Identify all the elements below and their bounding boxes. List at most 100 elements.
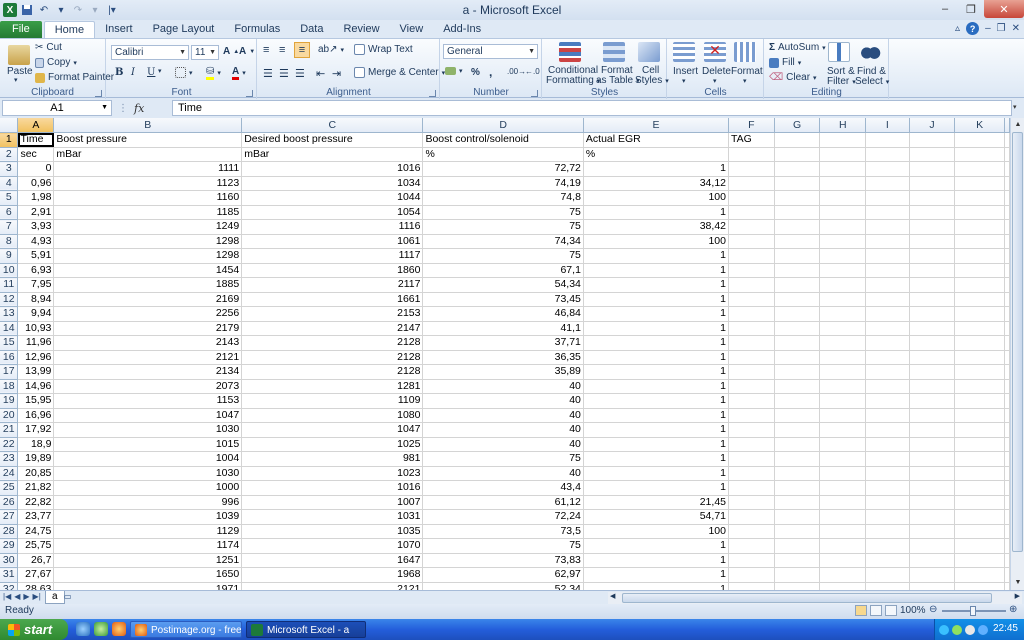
cell[interactable] xyxy=(1004,553,1010,568)
cell[interactable]: 73,45 xyxy=(422,292,584,307)
cell[interactable] xyxy=(774,190,821,206)
cell[interactable]: 7,95 xyxy=(17,277,55,293)
paste-icon[interactable] xyxy=(8,45,30,65)
tab-file[interactable]: File xyxy=(0,21,42,38)
cell[interactable] xyxy=(954,408,1005,423)
cell[interactable] xyxy=(954,335,1005,351)
cell[interactable] xyxy=(865,321,910,336)
cell[interactable]: 1185 xyxy=(53,205,243,220)
tab-formulas[interactable]: Formulas xyxy=(224,21,290,38)
cell[interactable] xyxy=(774,292,821,307)
cell[interactable]: 25,75 xyxy=(17,538,55,554)
cell[interactable]: 34,12 xyxy=(583,176,730,191)
row-header[interactable]: 26 xyxy=(0,495,19,510)
cell[interactable] xyxy=(909,205,956,220)
cell[interactable]: 2128 xyxy=(241,335,424,351)
cell[interactable] xyxy=(819,553,867,568)
cell[interactable] xyxy=(728,321,775,336)
cell[interactable] xyxy=(819,408,867,423)
delete-cells-button[interactable]: Delete xyxy=(702,66,731,77)
cell[interactable] xyxy=(909,335,956,351)
cell[interactable] xyxy=(954,219,1005,235)
column-header[interactable]: K xyxy=(954,118,1005,133)
cell[interactable]: 8,94 xyxy=(17,292,55,307)
cell[interactable] xyxy=(774,393,821,409)
cell[interactable]: 1007 xyxy=(241,495,424,510)
cell[interactable] xyxy=(819,509,867,525)
row-header[interactable]: 8 xyxy=(0,234,19,249)
cell[interactable] xyxy=(954,277,1005,293)
cell[interactable] xyxy=(954,567,1005,583)
cell[interactable]: 9,94 xyxy=(17,306,55,322)
cell[interactable]: 1 xyxy=(583,553,730,568)
grow-font-button[interactable]: A ▲ xyxy=(223,46,239,57)
undo-icon[interactable]: ↶ xyxy=(37,3,51,17)
cell[interactable]: 74,19 xyxy=(422,176,584,191)
cell[interactable] xyxy=(865,408,910,423)
cell[interactable] xyxy=(865,147,910,162)
cell[interactable]: 1 xyxy=(583,422,730,438)
cell[interactable]: 1070 xyxy=(241,538,424,554)
cut-button[interactable]: ✂ Cut xyxy=(35,42,62,53)
cell[interactable] xyxy=(909,234,956,249)
cell[interactable] xyxy=(954,350,1005,365)
cell[interactable]: 1030 xyxy=(53,466,243,481)
cell[interactable] xyxy=(954,509,1005,525)
cell[interactable]: 16,96 xyxy=(17,408,55,423)
column-header[interactable]: A xyxy=(17,118,55,133)
cell[interactable] xyxy=(819,248,867,264)
row-header[interactable]: 17 xyxy=(0,364,19,380)
cell[interactable]: 40 xyxy=(422,466,584,481)
tray-app-icon[interactable] xyxy=(952,624,962,635)
cell[interactable]: 1650 xyxy=(53,567,243,583)
cell[interactable] xyxy=(774,451,821,467)
align-left-button[interactable]: ☰ xyxy=(263,67,273,80)
cell[interactable] xyxy=(728,219,775,235)
cell[interactable] xyxy=(819,538,867,554)
row-header[interactable]: 14 xyxy=(0,321,19,336)
cell[interactable] xyxy=(728,567,775,583)
cell[interactable] xyxy=(909,176,956,191)
format-cells-button[interactable]: Format xyxy=(731,66,763,77)
cell[interactable]: 1 xyxy=(583,306,730,322)
cell[interactable] xyxy=(819,176,867,191)
redo-dropdown-icon[interactable]: ▾ xyxy=(88,3,102,17)
tray-volume-icon[interactable] xyxy=(965,624,975,635)
cell[interactable] xyxy=(728,451,775,467)
cell[interactable] xyxy=(774,132,821,148)
cell[interactable] xyxy=(774,306,821,322)
cell[interactable] xyxy=(819,437,867,452)
cell[interactable]: 1153 xyxy=(53,393,243,409)
cell[interactable]: 43,4 xyxy=(422,480,584,496)
cell[interactable]: 38,42 xyxy=(583,219,730,235)
cell[interactable] xyxy=(954,234,1005,249)
delete-cells-icon[interactable]: ✕ xyxy=(704,42,726,62)
cell[interactable]: 2073 xyxy=(53,379,243,394)
cell[interactable]: 0,96 xyxy=(17,176,55,191)
cell[interactable] xyxy=(774,277,821,293)
row-header[interactable]: 4 xyxy=(0,176,19,191)
autosum-button[interactable]: Σ AutoSum ▾ xyxy=(769,42,826,53)
cell[interactable] xyxy=(1004,582,1010,590)
cell[interactable] xyxy=(865,350,910,365)
cell[interactable] xyxy=(909,161,956,177)
cell[interactable] xyxy=(819,393,867,409)
cell[interactable] xyxy=(909,480,956,496)
cell[interactable]: 1111 xyxy=(53,161,243,177)
increase-decimal-button[interactable]: .00→ xyxy=(507,67,526,76)
cell[interactable] xyxy=(909,147,956,162)
cell[interactable] xyxy=(774,466,821,481)
start-button[interactable]: start xyxy=(0,619,68,640)
cell[interactable] xyxy=(819,582,867,590)
cell[interactable] xyxy=(819,263,867,278)
cell[interactable]: 40 xyxy=(422,408,584,423)
cell[interactable]: 5,91 xyxy=(17,248,55,264)
cell[interactable] xyxy=(819,524,867,539)
cell[interactable]: 1661 xyxy=(241,292,424,307)
cell[interactable] xyxy=(819,219,867,235)
cell[interactable] xyxy=(728,393,775,409)
cell[interactable] xyxy=(1004,408,1010,423)
cell-styles-label2[interactable]: Styles ▾ xyxy=(635,75,669,86)
cell[interactable]: 2,91 xyxy=(17,205,55,220)
underline-button[interactable]: U xyxy=(147,67,155,78)
